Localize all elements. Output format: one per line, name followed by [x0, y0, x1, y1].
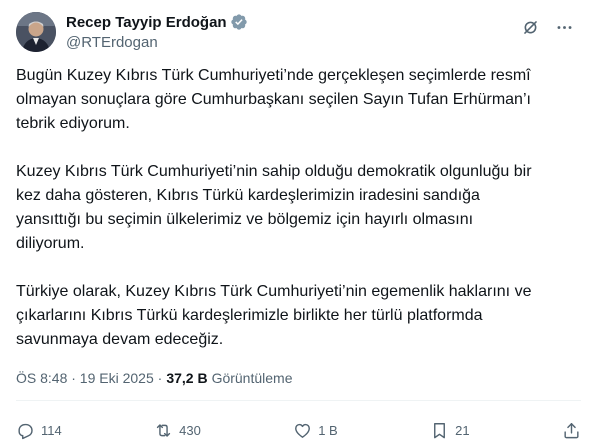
repost-count: 430	[179, 422, 201, 438]
grok-icon[interactable]	[513, 10, 547, 44]
repost-icon	[156, 423, 171, 437]
bookmark-count: 21	[455, 422, 470, 438]
tweet-line: Bugün Kuzey Kıbrıs Türk Cumhuriyeti’nde …	[16, 67, 531, 84]
more-icon[interactable]	[547, 10, 581, 44]
divider	[16, 400, 581, 401]
action-bar: 114 430 1 B 21	[16, 412, 581, 448]
avatar[interactable]	[16, 12, 56, 52]
tweet-line: savunmaya devam edeceğiz.	[16, 331, 224, 348]
share-button[interactable]	[562, 421, 581, 440]
bookmark-icon	[434, 422, 446, 438]
reply-count: 114	[41, 422, 62, 438]
like-count: 1 B	[318, 422, 338, 438]
tweet-line: olmayan sonuçlara göre Cumhurbaşkanı seç…	[16, 91, 531, 108]
like-button[interactable]: 1 B	[293, 421, 338, 440]
tweet-paragraph: Bugün Kuzey Kıbrıs Türk Cumhuriyeti’nde …	[16, 64, 586, 136]
like-icon	[295, 423, 311, 438]
reply-button[interactable]: 114	[16, 421, 62, 440]
author-names: Recep Tayyip Erdoğan @RTErdogan	[66, 12, 248, 51]
tweet-meta: ÖS 8:48 · 19 Eki 2025 · 37,2 B Görüntüle…	[16, 370, 293, 386]
verified-badge-icon[interactable]	[230, 13, 248, 31]
repost-button[interactable]: 430	[154, 421, 201, 440]
views-label: Görüntüleme	[211, 370, 293, 386]
tweet-line: kez daha gösteren, Kıbrıs Türkü kardeşle…	[16, 187, 480, 204]
tweet-line: çıkarlarını Kıbrıs Türkü kardeşlerimizle…	[16, 307, 483, 324]
header-actions	[513, 10, 581, 44]
tweet-header: Recep Tayyip Erdoğan @RTErdogan	[16, 10, 581, 54]
share-icon	[564, 422, 579, 438]
tweet-line: Türkiye olarak, Kuzey Kıbrıs Türk Cumhur…	[16, 283, 532, 300]
bookmark-button[interactable]: 21	[430, 421, 470, 440]
tweet-timestamp[interactable]: ÖS 8:48 · 19 Eki 2025 ·	[16, 370, 162, 386]
tweet-paragraph: Türkiye olarak, Kuzey Kıbrıs Türk Cumhur…	[16, 280, 586, 352]
author-name[interactable]: Recep Tayyip Erdoğan	[66, 14, 227, 31]
avatar-portrait-image	[16, 12, 56, 52]
views-count: 37,2 B	[166, 370, 208, 386]
tweet-line: diliyorum.	[16, 235, 85, 252]
author-handle[interactable]: @RTErdogan	[66, 34, 248, 51]
reply-icon	[18, 423, 33, 439]
tweet-line: tebrik ediyorum.	[16, 115, 130, 132]
tweet-paragraph: Kuzey Kıbrıs Türk Cumhuriyeti’nin sahip …	[16, 160, 586, 256]
tweet-line: Kuzey Kıbrıs Türk Cumhuriyeti’nin sahip …	[16, 163, 532, 180]
tweet-line: yansıttığı bu seçimin ülkelerimiz ve böl…	[16, 211, 474, 228]
tweet-text: Bugün Kuzey Kıbrıs Türk Cumhuriyeti’nde …	[16, 64, 586, 376]
